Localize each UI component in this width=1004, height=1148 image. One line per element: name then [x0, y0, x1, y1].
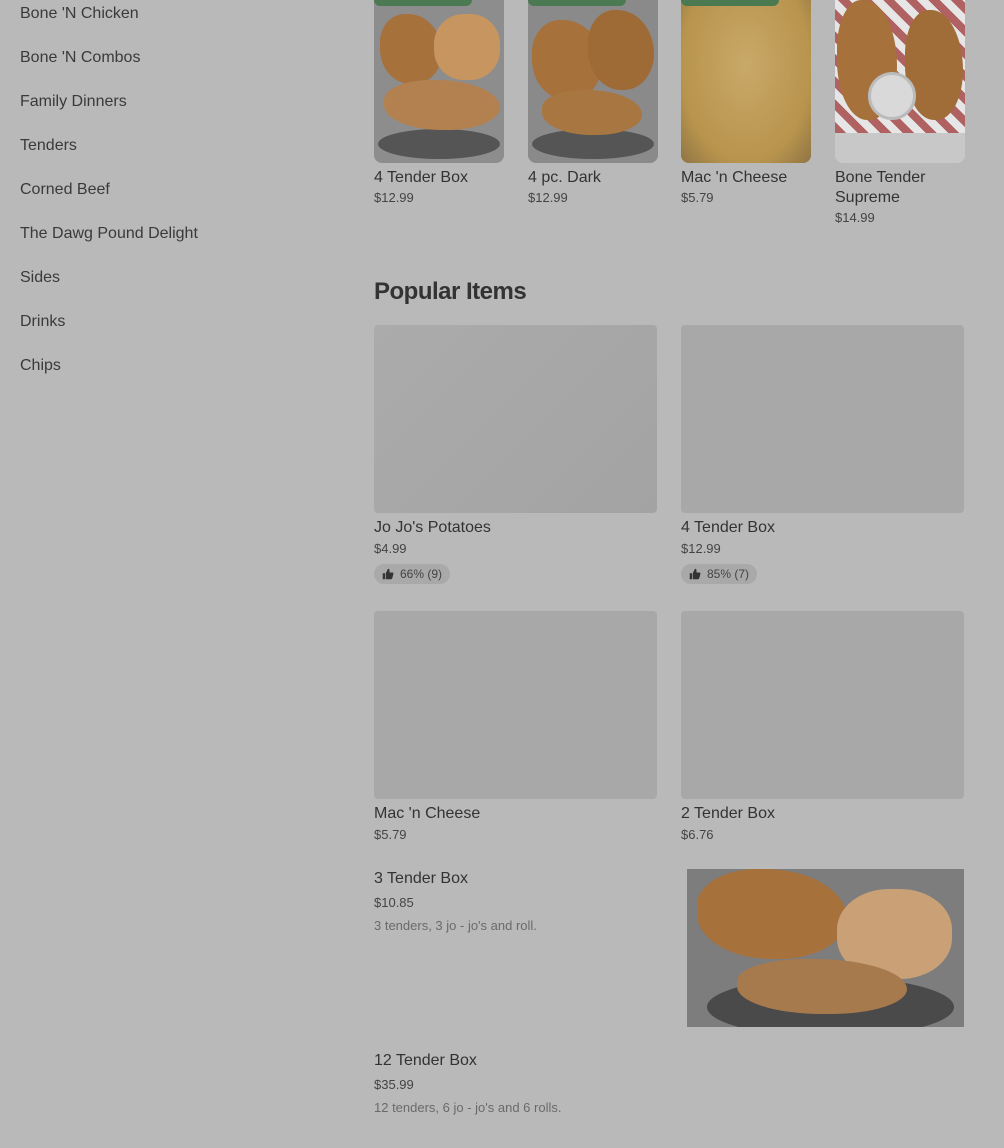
tag-badge: [374, 0, 472, 6]
item-price: $5.79: [681, 190, 714, 205]
food-image: [681, 611, 964, 799]
menu-main: 4 Tender Box $12.99 4 pc. Dark $12.99 Ma…: [374, 0, 965, 1115]
sidebar-item-chips[interactable]: Chips: [20, 352, 340, 396]
item-name: Mac 'n Cheese: [374, 805, 481, 822]
item-price: $14.99: [835, 210, 875, 225]
food-image: [835, 0, 965, 163]
item-name: 2 Tender Box: [681, 805, 775, 822]
item-name: 12 Tender Box: [374, 1052, 477, 1069]
rating-badge: 85% (7): [681, 564, 758, 584]
popular-item-card[interactable]: Mac 'n Cheese $5.79: [374, 611, 657, 842]
tag-badge: [528, 0, 626, 6]
item-price: $4.99: [374, 541, 407, 556]
rating-text: 66% (9): [400, 567, 443, 581]
food-image: [374, 611, 657, 799]
tag-badge: [681, 0, 779, 6]
rating-text: 85% (7): [707, 567, 750, 581]
item-price: $35.99: [374, 1077, 414, 1092]
menu-list-item[interactable]: 3 Tender Box $10.85 3 tenders, 3 jo - jo…: [374, 869, 964, 1027]
carousel-card[interactable]: Bone Tender Supreme $14.99: [835, 0, 965, 225]
sidebar-item-corned-beef[interactable]: Corned Beef: [20, 176, 340, 220]
rating-badge: 66% (9): [374, 564, 451, 584]
item-price: $12.99: [374, 190, 414, 205]
popular-item-card[interactable]: Jo Jo's Potatoes $4.99 66% (9): [374, 325, 657, 585]
item-name: 4 Tender Box: [374, 169, 468, 186]
item-price: $6.76: [681, 827, 714, 842]
sidebar-item-sides[interactable]: Sides: [20, 264, 340, 308]
carousel-card[interactable]: Mac 'n Cheese $5.79: [681, 0, 811, 205]
popular-item-card[interactable]: 4 Tender Box $12.99 85% (7): [681, 325, 964, 585]
item-name: Mac 'n Cheese: [681, 169, 788, 186]
item-description: 12 tenders, 6 jo - jo's and 6 rolls.: [374, 1100, 562, 1115]
food-image: [374, 0, 504, 163]
sidebar-item-family-dinners[interactable]: Family Dinners: [20, 88, 340, 132]
section-title-popular: Popular Items: [374, 278, 527, 305]
thumbs-up-icon: [382, 568, 394, 580]
sidebar-item-drinks[interactable]: Drinks: [20, 308, 340, 352]
food-image: [681, 325, 964, 513]
sidebar-item-bone-n-chicken[interactable]: Bone 'N Chicken: [20, 0, 340, 44]
menu-list-item[interactable]: 12 Tender Box $35.99 12 tenders, 6 jo - …: [374, 1051, 964, 1115]
item-name: 4 Tender Box: [681, 519, 775, 536]
item-price: $12.99: [528, 190, 568, 205]
category-sidebar: Bone 'N Chicken Bone 'N Combos Family Di…: [20, 0, 340, 396]
item-price: $12.99: [681, 541, 721, 556]
item-price: $5.79: [374, 827, 407, 842]
food-image: [528, 0, 658, 163]
food-image: [374, 325, 657, 513]
carousel-card[interactable]: 4 Tender Box $12.99: [374, 0, 504, 205]
food-image: [687, 869, 964, 1027]
sidebar-item-dawg-pound-delight[interactable]: The Dawg Pound Delight: [20, 220, 340, 264]
item-name: 4 pc. Dark: [528, 169, 601, 186]
sidebar-item-bone-n-combos[interactable]: Bone 'N Combos: [20, 44, 340, 88]
popular-item-card[interactable]: 2 Tender Box $6.76: [681, 611, 964, 842]
item-name: Bone Tender Supreme: [835, 169, 926, 206]
item-name: Jo Jo's Potatoes: [374, 519, 491, 536]
food-image: [681, 0, 811, 163]
sidebar-item-tenders[interactable]: Tenders: [20, 132, 340, 176]
thumbs-up-icon: [689, 568, 701, 580]
carousel-card[interactable]: 4 pc. Dark $12.99: [528, 0, 658, 205]
featured-carousel: 4 Tender Box $12.99 4 pc. Dark $12.99 Ma…: [374, 0, 965, 240]
